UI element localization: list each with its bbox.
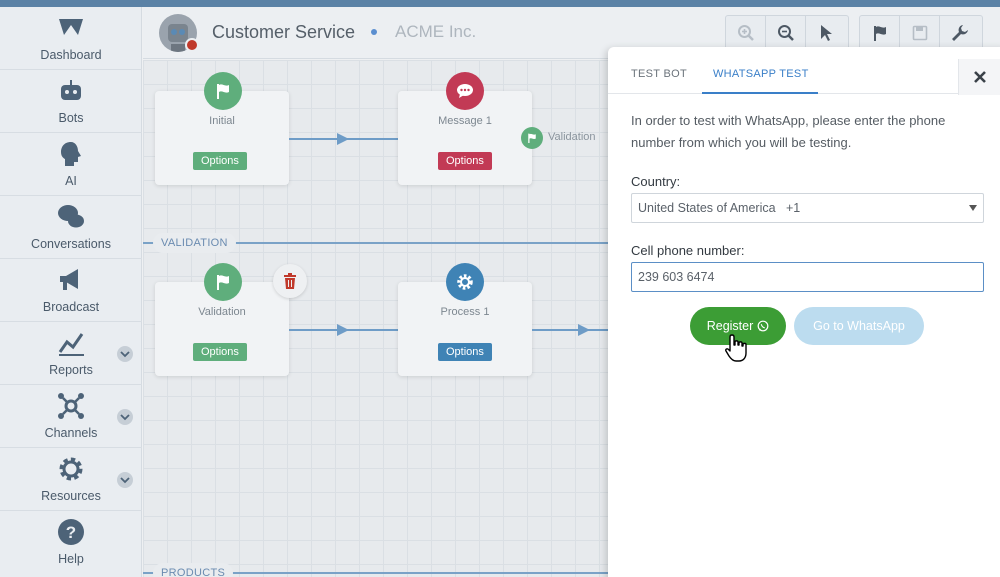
node-title: Initial (209, 115, 235, 127)
trash-icon (284, 273, 296, 289)
help-icon: ? (58, 519, 84, 545)
gear-icon (59, 457, 83, 481)
separator-dot (371, 29, 377, 35)
zoom-in-button[interactable] (726, 16, 766, 50)
sidebar-item-resources[interactable]: Resources (0, 448, 142, 511)
sidebar-item-ai[interactable]: AI (0, 133, 142, 196)
connector-line (532, 329, 613, 331)
whatsapp-test-panel: TEST BOT WHATSAPP TEST In order to test … (608, 47, 1000, 577)
bot-icon (61, 80, 81, 100)
action-toolbar (859, 15, 983, 51)
arrow-icon (337, 133, 349, 145)
line-chart-icon (58, 333, 84, 356)
flow-canvas[interactable]: Initial Options Message 1 Options Valida… (143, 60, 613, 577)
zoom-in-icon (737, 25, 754, 41)
company-name: ACME Inc. (395, 22, 477, 41)
panel-tabs: TEST BOT WHATSAPP TEST (608, 47, 1000, 95)
wrench-icon (952, 25, 968, 41)
country-select[interactable]: United States of America +1 (631, 193, 984, 223)
go-to-whatsapp-button[interactable]: Go to WhatsApp (794, 307, 924, 345)
ai-head-icon (61, 142, 81, 166)
sidebar-item-label: AI (65, 174, 77, 188)
whatsapp-icon (757, 320, 769, 332)
node-title: Validation (198, 306, 246, 318)
sidebar: Dashboard Bots AI Conversations Broadcas… (0, 7, 142, 577)
sidebar-item-label: Channels (44, 426, 98, 440)
close-button[interactable] (958, 59, 1000, 95)
register-label: Register (706, 319, 754, 333)
country-value: United States of America +1 (638, 201, 801, 215)
save-icon (912, 25, 927, 41)
sidebar-item-help[interactable]: ? Help (0, 511, 142, 574)
caret-down-icon (969, 205, 977, 211)
sidebar-item-label: Bots (58, 111, 84, 125)
flag-node-icon (204, 72, 242, 110)
sidebar-item-bots[interactable]: Bots (0, 70, 142, 133)
sidebar-item-label: Help (58, 552, 84, 566)
close-icon (973, 71, 986, 83)
status-indicator (185, 38, 199, 52)
zoom-out-icon (777, 25, 794, 41)
chevron-down-icon[interactable] (117, 346, 133, 362)
sidebar-item-label: Conversations (31, 237, 111, 251)
section-label-products: PRODUCTS (153, 563, 234, 577)
tab-test-bot[interactable]: TEST BOT (631, 68, 687, 80)
wrench-button[interactable] (940, 16, 980, 50)
branch-flag-icon (521, 127, 543, 149)
arrow-icon (337, 324, 349, 336)
phone-input[interactable] (631, 262, 984, 292)
sidebar-item-dashboard[interactable]: Dashboard (0, 7, 142, 70)
options-button[interactable]: Options (438, 152, 492, 170)
sidebar-item-conversations[interactable]: Conversations (0, 196, 142, 259)
pointer-icon (821, 25, 832, 41)
flag-button[interactable] (860, 16, 900, 50)
gear-node-icon (446, 263, 484, 301)
sidebar-item-broadcast[interactable]: Broadcast (0, 259, 142, 322)
dashboard-icon (59, 19, 83, 35)
sidebar-item-label: Dashboard (40, 48, 102, 62)
instructions-text: In order to test with WhatsApp, please e… (631, 113, 946, 150)
node-title: Message 1 (438, 115, 492, 127)
options-button[interactable]: Options (193, 343, 247, 361)
flag-icon (873, 26, 886, 41)
arrow-icon (578, 324, 590, 336)
section-label-validation: VALIDATION (153, 233, 236, 253)
options-button[interactable]: Options (193, 152, 247, 170)
sidebar-item-label: Reports (49, 363, 93, 377)
delete-node-button[interactable] (273, 264, 307, 298)
country-label: Country: (631, 174, 681, 189)
network-icon (58, 393, 84, 419)
tab-whatsapp-test[interactable]: WHATSAPP TEST (713, 68, 809, 80)
options-button[interactable]: Options (438, 343, 492, 361)
branch-label: Validation (548, 131, 596, 143)
chevron-down-icon[interactable] (117, 409, 133, 425)
chevron-down-icon[interactable] (117, 472, 133, 488)
phone-label: Cell phone number: (631, 243, 745, 258)
bot-name: Customer Service (212, 22, 356, 42)
top-accent-bar (0, 0, 1000, 7)
hand-cursor-icon (725, 334, 747, 362)
chat-bubbles-icon (58, 205, 84, 228)
sidebar-item-reports[interactable]: Reports (0, 322, 142, 385)
message-node-icon (446, 72, 484, 110)
sidebar-item-channels[interactable]: Channels (0, 385, 142, 448)
megaphone-icon (60, 269, 78, 290)
save-button[interactable] (900, 16, 940, 50)
node-title: Process 1 (440, 306, 490, 318)
active-tab-indicator (702, 92, 818, 94)
sidebar-item-label: Broadcast (42, 300, 100, 314)
sidebar-item-label: Resources (41, 489, 101, 503)
zoom-toolbar (725, 15, 849, 51)
flag-node-icon (204, 263, 242, 301)
pointer-button[interactable] (806, 16, 846, 50)
svg-text:?: ? (66, 523, 76, 542)
zoom-out-button[interactable] (766, 16, 806, 50)
